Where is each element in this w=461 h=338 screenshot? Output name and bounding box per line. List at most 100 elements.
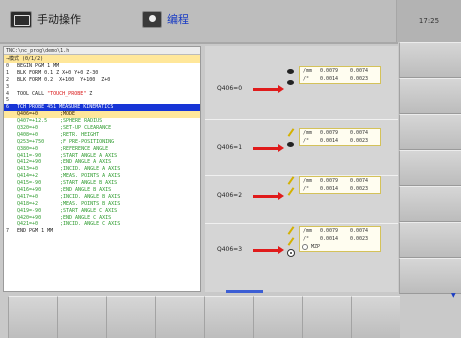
code-line[interactable]: 2 BLK FORM 0.2 X+100 Y+100 Z+0 bbox=[4, 77, 200, 84]
code-line[interactable]: Q407=+12.5 ;SPHERE RADIUS bbox=[4, 118, 200, 125]
code-line[interactable]: Q420=+90 ;END ANGLE C AXIS bbox=[4, 215, 200, 222]
clock: 17:25 bbox=[396, 0, 461, 42]
result-box: /mm 0.0079 0.0074 /° 0.0014 0.0023 bbox=[299, 176, 381, 194]
gear-icon bbox=[287, 249, 295, 257]
line-comment: ;START ANGLE A AXIS bbox=[60, 152, 118, 159]
result-unit: /mm bbox=[303, 228, 313, 234]
line-text: Q412=+90 bbox=[17, 159, 42, 166]
result-value: 0.0074 bbox=[350, 68, 369, 74]
code-line[interactable]: 7 END PGM 1 MM bbox=[4, 228, 200, 235]
help-graphic: Q406=0/mm 0.0079 0.0074 /° 0.0014 0.0023 Q406=… bbox=[205, 46, 398, 292]
softkey-bottom-7[interactable] bbox=[302, 296, 351, 338]
softkey-bottom-3[interactable] bbox=[106, 296, 155, 338]
line-text: Q411=-90 bbox=[17, 152, 42, 159]
tool-name: "TOUCH_PROBE" bbox=[47, 90, 87, 97]
code-line[interactable]: Q412=+90 ;END ANGLE A AXIS bbox=[4, 159, 200, 166]
code-line[interactable]: 4 TOOL CALL "TOUCH_PROBE" Z bbox=[4, 91, 200, 98]
line-comment: ;REFERENCE ANGLE bbox=[60, 145, 109, 152]
softkey-bottom-4[interactable] bbox=[155, 296, 204, 338]
code-line[interactable]: 6 TCH PROBE 451 MEASURE KINEMATICS bbox=[4, 104, 200, 112]
line-text: TCH PROBE 451 MEASURE KINEMATICS bbox=[17, 104, 114, 111]
code-line[interactable]: Q418=+2 ;MEAS. POINTS B AXIS bbox=[4, 201, 200, 208]
code-line[interactable]: 3 bbox=[4, 84, 200, 91]
line-comment: ;MODE bbox=[60, 111, 76, 118]
code-line[interactable]: Q406=+0 ;MODE bbox=[4, 111, 200, 119]
result-value: 0.0014 bbox=[320, 236, 339, 242]
result-row-mm: /mm 0.0079 0.0074 bbox=[300, 67, 380, 75]
mode-value-label: Q406=3 bbox=[217, 246, 243, 253]
line-comment: ;END ANGLE A AXIS bbox=[60, 159, 112, 166]
result-value: 0.0079 bbox=[320, 178, 339, 184]
result-unit: /° bbox=[303, 236, 310, 242]
line-text: Q419=-90 bbox=[17, 207, 42, 214]
line-number: 4 bbox=[6, 90, 10, 97]
line-number: 6 bbox=[6, 104, 10, 111]
softkey-right-6[interactable] bbox=[399, 222, 461, 258]
line-text: END PGM 1 MM bbox=[17, 228, 54, 235]
code-line[interactable]: 5 bbox=[4, 97, 200, 104]
pen-icon bbox=[287, 128, 295, 137]
softkey-bottom-6[interactable] bbox=[253, 296, 302, 338]
pen-icon bbox=[287, 176, 295, 185]
monitor-icon bbox=[10, 10, 32, 28]
program-editor[interactable]: TNC:\nc_prog\demo\1.h →模式 (0/1/2) 0 BEGIN… bbox=[3, 46, 201, 292]
code-line[interactable]: Q421=+0 ;INCID. ANGLE C AXIS bbox=[4, 221, 200, 228]
line-comment: ;SET-UP CLEARANCE bbox=[60, 125, 112, 132]
line-number: 1 bbox=[6, 69, 10, 76]
result-unit: /mm bbox=[303, 130, 313, 136]
result-row-mm: /mm 0.0079 0.0074 bbox=[300, 227, 380, 235]
line-number: 7 bbox=[6, 228, 10, 235]
code-line[interactable]: Q414=+2 ;MEAS. POINTS A AXIS bbox=[4, 173, 200, 180]
code-line[interactable]: Q417=+0 ;INCID. ANGLE B AXIS bbox=[4, 194, 200, 201]
code-line[interactable]: 1 BLK FORM 0.1 Z X+0 Y+0 Z-30 bbox=[4, 70, 200, 77]
mode-tab-manual[interactable]: 手动操作 bbox=[10, 8, 81, 30]
mode-value-label: Q406=2 bbox=[217, 192, 243, 199]
softkey-right-5[interactable] bbox=[399, 186, 461, 222]
code-line[interactable]: 0 BEGIN PGM 1 MM bbox=[4, 63, 200, 70]
pen-icon bbox=[287, 226, 295, 235]
code-line[interactable]: Q320=+0 ;SET-UP CLEARANCE bbox=[4, 125, 200, 132]
result-value: 0.0074 bbox=[350, 178, 369, 184]
code-line[interactable]: Q415=-90 ;START ANGLE B AXIS bbox=[4, 180, 200, 187]
line-text: Q406=+0 bbox=[17, 111, 39, 118]
softkey-right-2[interactable] bbox=[399, 78, 461, 114]
code-line[interactable]: Q413=+0 ;INCID. ANGLE A AXIS bbox=[4, 166, 200, 173]
softkey-right-7[interactable] bbox=[399, 258, 461, 294]
result-row-deg: /° 0.0014 0.0023 bbox=[300, 137, 380, 145]
line-comment: ;SPHERE RADIUS bbox=[60, 118, 103, 125]
line-text: Q408=+0 bbox=[17, 131, 39, 138]
code-line[interactable]: Q253=+750 ;F PRE-POSITIONING bbox=[4, 139, 200, 146]
result-value: 0.0079 bbox=[320, 130, 339, 136]
softkey-bottom-1[interactable] bbox=[8, 296, 57, 338]
result-row-deg: /° 0.0014 0.0023 bbox=[300, 185, 380, 193]
softkey-right-3[interactable] bbox=[399, 114, 461, 150]
line-text: Q417=+0 bbox=[17, 193, 39, 200]
result-value: 0.0079 bbox=[320, 68, 339, 74]
line-text: TOOL CALL "TOUCH_PROBE" Z bbox=[17, 90, 93, 97]
result-row-flag: MZP bbox=[300, 243, 380, 251]
eye-icon bbox=[287, 142, 294, 147]
arrow-right-icon bbox=[253, 144, 284, 152]
arrow-right-icon bbox=[253, 246, 284, 254]
line-comment: ;START ANGLE C AXIS bbox=[60, 207, 118, 214]
result-value: 0.0074 bbox=[350, 228, 369, 234]
line-text: Q415=-90 bbox=[17, 180, 42, 187]
softkey-bottom-8[interactable] bbox=[351, 296, 400, 338]
line-text: Q420=+90 bbox=[17, 214, 42, 221]
code-line[interactable]: Q416=+90 ;END ANGLE B AXIS bbox=[4, 187, 200, 194]
softkey-right-4[interactable] bbox=[399, 150, 461, 186]
softkey-bottom-5[interactable] bbox=[204, 296, 253, 338]
line-comment: ;MEAS. POINTS B AXIS bbox=[60, 200, 121, 207]
code-line[interactable]: Q419=-90 ;START ANGLE C AXIS bbox=[4, 208, 200, 215]
softkey-bottom-2[interactable] bbox=[57, 296, 106, 338]
softkey-right-1[interactable] bbox=[399, 42, 461, 78]
mode-tab-edit[interactable]: 编程 bbox=[142, 8, 189, 30]
line-text: Q380=+0 bbox=[17, 145, 39, 152]
line-number: 5 bbox=[6, 97, 10, 104]
chevron-down-icon[interactable]: ▼ bbox=[451, 292, 456, 299]
result-box: /mm 0.0079 0.0074 /° 0.0014 0.0023 MZP bbox=[299, 226, 381, 252]
line-text: BLK FORM 0.1 Z X+0 Y+0 Z-30 bbox=[17, 69, 99, 76]
code-line[interactable]: Q380=+0 ;REFERENCE ANGLE bbox=[4, 146, 200, 153]
code-line[interactable]: Q411=-90 ;START ANGLE A AXIS bbox=[4, 153, 200, 160]
code-line[interactable]: Q408=+0 ;RETR. HEIGHT bbox=[4, 132, 200, 139]
